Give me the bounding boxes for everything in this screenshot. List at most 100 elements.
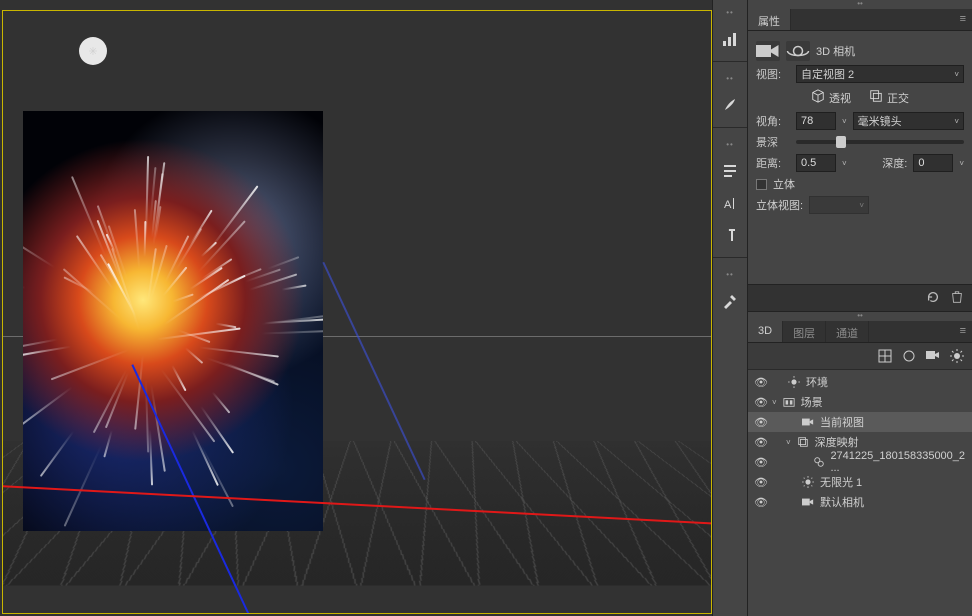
tree-item-label: 默认相机 xyxy=(820,494,864,510)
depth-input[interactable] xyxy=(913,154,953,172)
tree-row[interactable]: 👁 默认相机 xyxy=(748,492,972,512)
filter-mesh-icon[interactable] xyxy=(878,349,892,363)
cube-icon xyxy=(869,89,883,106)
tab-通道[interactable]: 通道 xyxy=(826,321,869,342)
properties-panel: 3D 相机 视图: 自定视图 2 ˅ 透视 正交 视角: ˅ 毫米镜头 xyxy=(748,31,972,284)
filter-material-icon[interactable] xyxy=(902,349,916,363)
visibility-eye-icon[interactable]: 👁 xyxy=(754,496,768,509)
chevron-down-icon[interactable]: ˅ xyxy=(842,117,847,126)
properties-header: 3D 相机 xyxy=(756,41,964,61)
view-dropdown[interactable]: 自定视图 2 ˅ xyxy=(796,65,964,83)
perspective-button[interactable]: 透视 xyxy=(811,89,851,106)
disclosure-icon[interactable]: ˅ xyxy=(772,398,777,407)
stereo-checkbox[interactable] xyxy=(756,179,767,190)
light-widget-icon[interactable]: ✳ xyxy=(79,37,107,65)
visibility-eye-icon[interactable]: 👁 xyxy=(754,416,768,429)
panel-menu-icon[interactable]: ≡ xyxy=(954,321,972,342)
svg-text:A: A xyxy=(724,199,732,211)
a-type-icon[interactable]: A xyxy=(720,193,740,213)
perspective-label: 透视 xyxy=(829,90,851,106)
layers-icon xyxy=(795,436,811,448)
env-icon xyxy=(786,376,802,388)
tree-row[interactable]: 👁 无限光 1 xyxy=(748,472,972,492)
camera-icon xyxy=(800,496,816,508)
tab-properties[interactable]: 属性 xyxy=(748,9,791,30)
tools-icon[interactable] xyxy=(720,291,740,311)
view-dropdown-value: 自定视图 2 xyxy=(801,66,854,82)
visibility-eye-icon[interactable]: 👁 xyxy=(754,396,768,409)
image-plane[interactable] xyxy=(23,111,323,531)
scene-icon xyxy=(781,396,797,408)
tree-row[interactable]: 👁 ˅ 深度映射 xyxy=(748,432,972,452)
properties-tabbar: 属性 ≡ xyxy=(748,9,972,31)
fov-unit-value: 毫米镜头 xyxy=(858,113,902,129)
tree-row[interactable]: 👁 2741225_180158335000_2 ... xyxy=(748,452,972,472)
orthographic-label: 正交 xyxy=(887,90,909,106)
visibility-eye-icon[interactable]: 👁 xyxy=(754,456,768,469)
histogram-icon[interactable] xyxy=(720,29,740,49)
camera-icon xyxy=(800,416,816,428)
dock-grip[interactable]: •• xyxy=(726,74,734,83)
tree-item-label: 深度映射 xyxy=(815,434,859,450)
tree-item-label: 2741225_180158335000_2 ... xyxy=(830,450,966,474)
stereo-label: 立体 xyxy=(773,176,795,192)
revert-icon[interactable] xyxy=(926,290,940,307)
dof-label: 景深 xyxy=(756,134,790,150)
chevron-down-icon[interactable]: ˅ xyxy=(959,159,964,168)
light-icon xyxy=(800,476,816,488)
brush-icon[interactable] xyxy=(720,95,740,115)
dock-grip[interactable]: •• xyxy=(726,270,734,279)
tree-row[interactable]: 👁 ˅ 场景 xyxy=(748,392,972,412)
distance-input[interactable] xyxy=(796,154,836,172)
panel-grip[interactable]: •• xyxy=(748,312,972,321)
tree-row[interactable]: 👁 环境 xyxy=(748,372,972,392)
visibility-eye-icon[interactable]: 👁 xyxy=(754,436,768,449)
properties-header-label: 3D 相机 xyxy=(816,43,855,59)
disclosure-icon[interactable]: ˅ xyxy=(786,438,791,447)
orbit-icon xyxy=(786,41,810,61)
chevron-down-icon: ˅ xyxy=(954,70,959,79)
fov-input[interactable] xyxy=(796,112,836,130)
filter-camera-icon[interactable] xyxy=(926,349,940,363)
fov-unit-dropdown[interactable]: 毫米镜头 ˅ xyxy=(853,112,964,130)
collapsed-panel-dock: •• •• •• A •• xyxy=(712,0,748,616)
streaks xyxy=(23,111,323,531)
chevron-down-icon: ˅ xyxy=(954,117,959,126)
tree-row[interactable]: 👁 当前视图 xyxy=(748,412,972,432)
stereo-view-dropdown: ˅ xyxy=(809,196,869,214)
3d-filter-row xyxy=(748,343,972,370)
link-icon xyxy=(812,456,827,468)
depth-label: 深度: xyxy=(882,155,907,171)
chevron-down-icon[interactable]: ˅ xyxy=(842,159,847,168)
panel-menu-icon[interactable]: ≡ xyxy=(954,9,972,30)
right-panels: •• 属性 ≡ 3D 相机 视图: 自定视图 2 ˅ 透视 正交 xyxy=(748,0,972,616)
paragraph-icon[interactable] xyxy=(720,225,740,245)
visibility-eye-icon[interactable]: 👁 xyxy=(754,476,768,489)
tree-item-label: 场景 xyxy=(801,394,823,410)
visibility-eye-icon[interactable]: 👁 xyxy=(754,376,768,389)
orthographic-button[interactable]: 正交 xyxy=(869,89,909,106)
distance-label: 距离: xyxy=(756,155,790,171)
slider-thumb[interactable] xyxy=(836,136,846,148)
document-frame: ✳ xyxy=(2,10,712,614)
tree-item-label: 环境 xyxy=(806,374,828,390)
tab-图层[interactable]: 图层 xyxy=(783,321,826,342)
stereo-view-label: 立体视图: xyxy=(756,197,803,213)
trash-icon[interactable] xyxy=(950,290,964,307)
camera-icon xyxy=(756,41,780,61)
tab-3D[interactable]: 3D xyxy=(748,321,783,342)
dock-grip[interactable]: •• xyxy=(726,140,734,149)
tree-item-label: 无限光 1 xyxy=(820,474,862,490)
cube-icon xyxy=(811,89,825,106)
filter-light-icon[interactable] xyxy=(950,349,964,363)
3d-tabbar: 3D图层通道 ≡ xyxy=(748,321,972,343)
fov-label: 视角: xyxy=(756,113,790,129)
canvas-area[interactable]: ✳ xyxy=(0,0,712,616)
view-label: 视图: xyxy=(756,66,790,82)
tree-item-label: 当前视图 xyxy=(820,414,864,430)
dof-slider[interactable] xyxy=(796,140,964,144)
panel-grip[interactable]: •• xyxy=(748,0,972,9)
dock-grip[interactable]: •• xyxy=(726,8,734,17)
character-panel-icon[interactable] xyxy=(720,161,740,181)
scene-tree[interactable]: 👁 环境 👁 ˅ 场景 👁 当前视图 👁 ˅ 深度映射 👁 2741225_180158335000_… xyxy=(748,370,972,616)
